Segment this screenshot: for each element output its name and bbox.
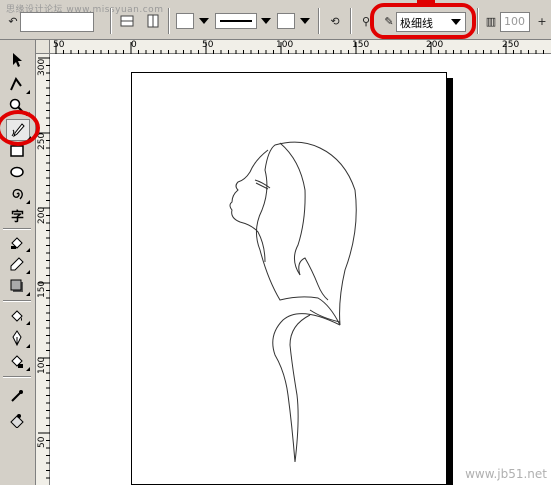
- artwork-drawing[interactable]: [0, 0, 551, 485]
- site-watermark: www.jb51.net: [465, 467, 547, 481]
